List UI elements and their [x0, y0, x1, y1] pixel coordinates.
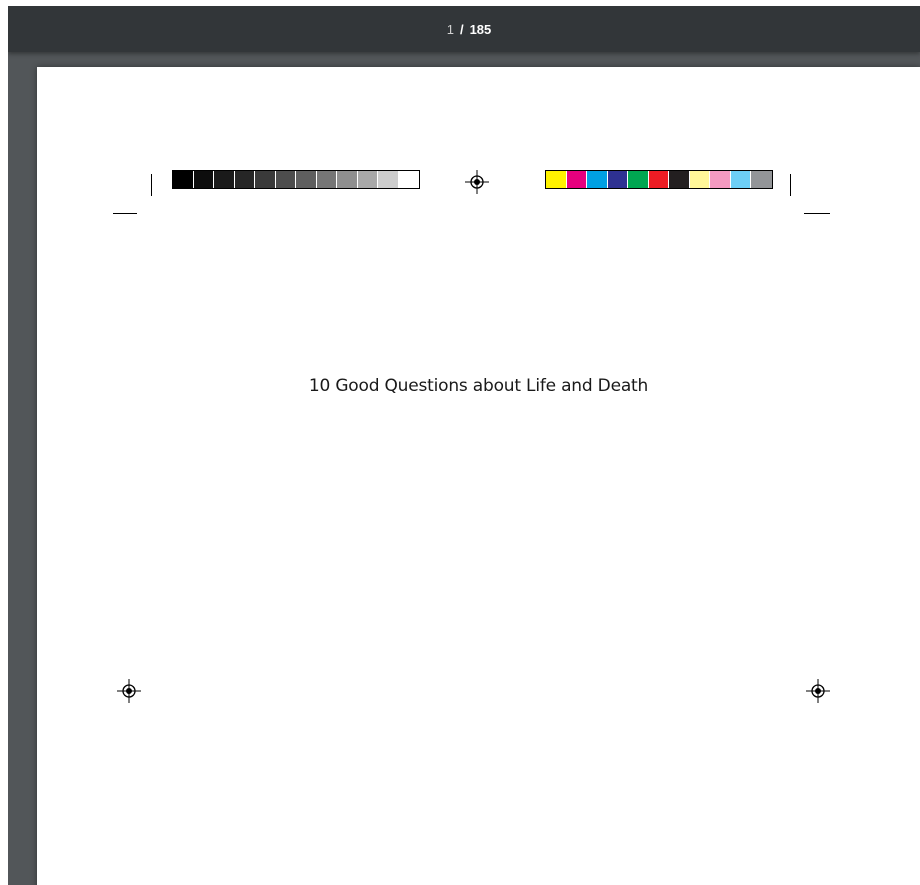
process-color-swatch	[566, 171, 587, 188]
book-title: 10 Good Questions about Life and Death	[308, 376, 649, 396]
process-color-swatch	[628, 171, 649, 188]
process-color-bar	[545, 170, 773, 189]
grayscale-swatch	[378, 171, 399, 188]
page-counter: 1 / 185	[447, 22, 492, 37]
page-separator: /	[459, 21, 464, 37]
grayscale-swatch	[357, 171, 378, 188]
grayscale-swatch	[275, 171, 296, 188]
pdf-page: 10 Good Questions about Life and Death	[37, 67, 920, 885]
grayscale-swatch	[398, 171, 419, 188]
crop-mark-top-left-vertical	[151, 174, 152, 196]
process-color-swatch	[607, 171, 628, 188]
pdf-viewer: 1 / 185 10 Good Questions about Life and…	[8, 6, 920, 885]
viewer-toolbar: 1 / 185	[8, 6, 920, 52]
crop-mark-top-left-horizontal	[113, 213, 137, 214]
process-color-swatch	[710, 171, 731, 188]
grayscale-swatch	[337, 171, 358, 188]
process-color-swatch	[689, 171, 710, 188]
process-color-swatch	[751, 171, 772, 188]
process-color-swatch	[648, 171, 669, 188]
total-page-count: 185	[469, 21, 492, 37]
grayscale-swatch	[316, 171, 337, 188]
grayscale-swatch	[173, 171, 194, 188]
grayscale-swatch	[255, 171, 276, 188]
process-color-swatch	[587, 171, 608, 188]
grayscale-swatch	[214, 171, 235, 188]
grayscale-swatch	[296, 171, 317, 188]
current-page-number[interactable]: 1	[447, 22, 454, 37]
grayscale-swatch	[234, 171, 255, 188]
process-color-swatch	[669, 171, 690, 188]
registration-mark-top-icon	[465, 170, 489, 194]
crop-mark-top-right-vertical	[790, 174, 791, 196]
registration-mark-left-icon	[117, 679, 141, 703]
grayscale-color-bar	[172, 170, 420, 189]
process-color-swatch	[730, 171, 751, 188]
grayscale-swatch	[193, 171, 214, 188]
process-color-swatch	[546, 171, 567, 188]
crop-mark-top-right-horizontal	[804, 213, 830, 214]
registration-mark-right-icon	[806, 679, 830, 703]
